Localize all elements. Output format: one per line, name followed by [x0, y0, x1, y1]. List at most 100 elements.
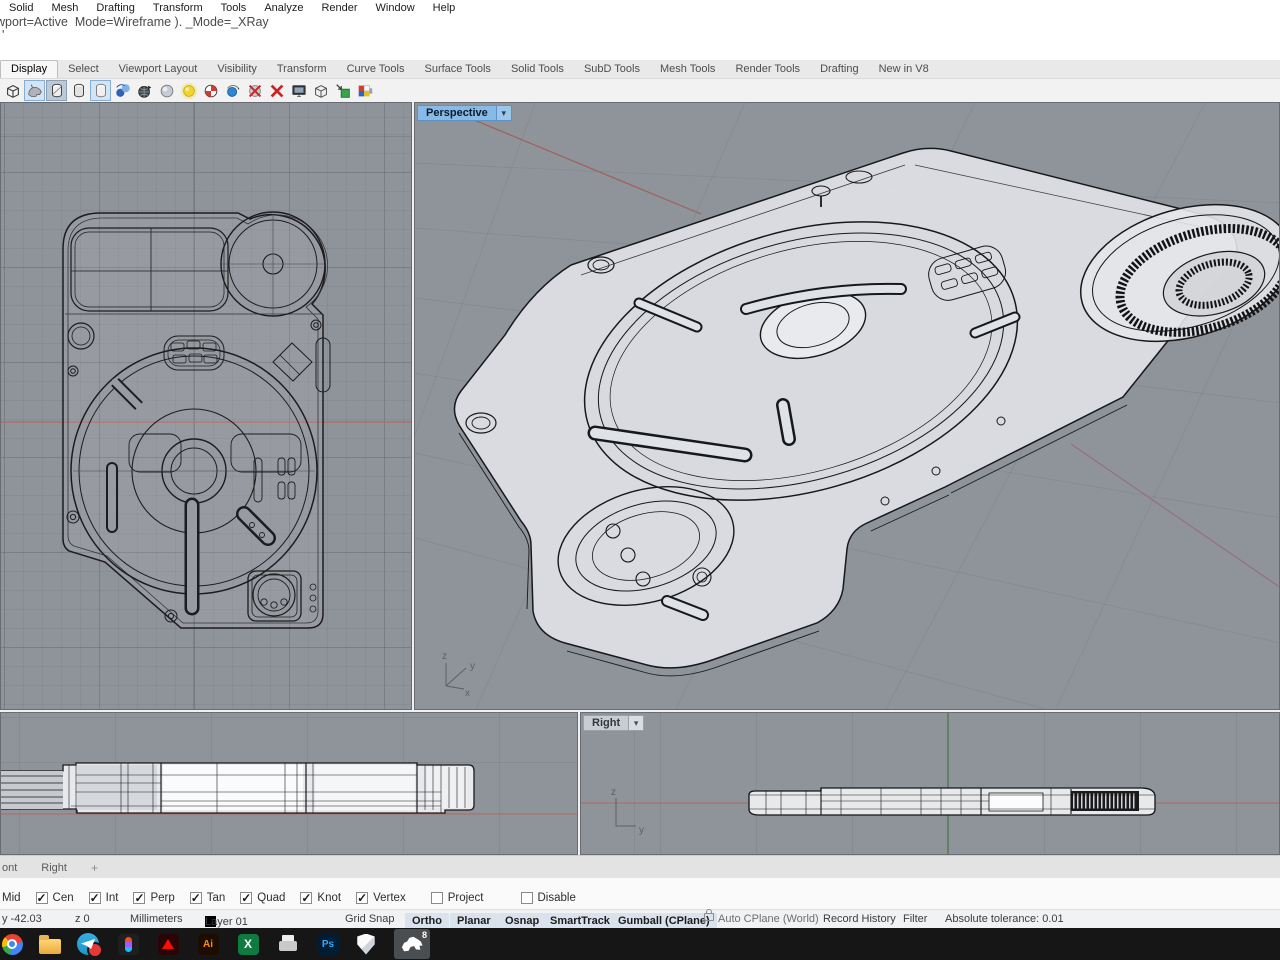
tab-render-tools[interactable]: Render Tools: [725, 61, 810, 78]
osnap-knot[interactable]: Knot: [300, 892, 341, 904]
osnap-project[interactable]: Project: [431, 892, 484, 904]
command-history[interactable]: wport=Active Mode=Wireframe ). _Mode=_XR…: [0, 15, 1280, 61]
tab-select[interactable]: Select: [58, 61, 109, 78]
cylinder-shaded-mode-icon[interactable]: [68, 80, 89, 101]
osnap-tan[interactable]: Tan: [190, 892, 226, 904]
tab-subd-tools[interactable]: SubD Tools: [574, 61, 650, 78]
osnap-perp-checkbox[interactable]: [133, 892, 145, 904]
planar-toggle[interactable]: Planar: [450, 913, 498, 929]
top-view-wireframe[interactable]: [1, 103, 412, 710]
menu-render[interactable]: Render: [312, 2, 366, 14]
osnap-vertex-checkbox[interactable]: [356, 892, 368, 904]
menu-help[interactable]: Help: [424, 2, 465, 14]
part-top-view[interactable]: [63, 212, 330, 628]
osnap-mid[interactable]: Mid: [2, 892, 21, 904]
telegram-taskbar-icon[interactable]: [74, 930, 102, 958]
ortho-toggle[interactable]: Ortho: [405, 913, 449, 929]
auto-cplane-indicator[interactable]: Auto CPlane (World): [718, 913, 819, 925]
osnap-toggle[interactable]: Osnap: [498, 913, 546, 929]
osnap-project-checkbox[interactable]: [431, 892, 443, 904]
shaded-sphere-icon[interactable]: [156, 80, 177, 101]
tab-mesh-tools[interactable]: Mesh Tools: [650, 61, 725, 78]
tab-solid-tools[interactable]: Solid Tools: [501, 61, 574, 78]
right-viewport[interactable]: z y Right ▾: [580, 712, 1280, 855]
command-prompt[interactable]: ': [2, 28, 4, 42]
perspective-viewport-label[interactable]: Perspective ▾: [417, 105, 512, 121]
grid-snap-toggle[interactable]: Grid Snap: [345, 913, 395, 925]
menu-drafting[interactable]: Drafting: [87, 2, 144, 14]
rotate-view-spheres-icon[interactable]: [112, 80, 133, 101]
viewport-tab-right[interactable]: Right: [29, 862, 79, 874]
right-view-wireframe[interactable]: z y: [581, 713, 1280, 855]
tab-surface-tools[interactable]: Surface Tools: [414, 61, 500, 78]
rhino-shaded-mode-icon[interactable]: [24, 80, 45, 101]
tab-transform[interactable]: Transform: [267, 61, 337, 78]
front-viewport[interactable]: [0, 712, 578, 855]
osnap-quad-checkbox[interactable]: [240, 892, 252, 904]
rendered-sphere-icon[interactable]: [178, 80, 199, 101]
part-perspective[interactable]: [454, 148, 1280, 675]
perspective-label-text[interactable]: Perspective: [417, 105, 497, 121]
top-viewport[interactable]: [0, 102, 412, 710]
smarttrack-toggle[interactable]: SmartTrack: [543, 913, 617, 929]
cplane-target-icon[interactable]: [200, 80, 221, 101]
menu-transform[interactable]: Transform: [144, 2, 212, 14]
add-viewport-tab-button[interactable]: +: [79, 861, 110, 875]
color-grid-icon[interactable]: [354, 80, 375, 101]
tab-display[interactable]: Display: [0, 60, 58, 78]
tab-new-in-v8[interactable]: New in V8: [869, 61, 939, 78]
wireframe-box-icon[interactable]: [2, 80, 23, 101]
cylinder-xray-mode-icon[interactable]: [46, 80, 67, 101]
menu-mesh[interactable]: Mesh: [42, 2, 87, 14]
units-indicator[interactable]: Millimeters: [130, 913, 183, 925]
monitor-display-icon[interactable]: [288, 80, 309, 101]
perspective-wireframe[interactable]: z y x: [415, 103, 1280, 710]
osnap-int[interactable]: Int: [89, 892, 119, 904]
chrome-taskbar-icon[interactable]: [0, 930, 26, 958]
osnap-cen-checkbox[interactable]: [36, 892, 48, 904]
right-label-text[interactable]: Right: [583, 715, 629, 731]
menu-solid[interactable]: Solid: [0, 2, 42, 14]
osnap-vertex[interactable]: Vertex: [356, 892, 406, 904]
viewport-menu-arrow-icon[interactable]: ▾: [497, 105, 512, 121]
record-history-toggle[interactable]: Record History: [823, 913, 896, 925]
photoshop-taskbar-icon[interactable]: Ps: [314, 930, 342, 958]
texture-sphere-off-icon[interactable]: [244, 80, 265, 101]
osnap-knot-checkbox[interactable]: [300, 892, 312, 904]
right-viewport-label[interactable]: Right ▾: [583, 715, 644, 731]
file-explorer-taskbar-icon[interactable]: [36, 930, 64, 958]
render-globe-icon[interactable]: [134, 80, 155, 101]
viewport-tab-front[interactable]: ont: [0, 862, 29, 874]
material-sphere-icon[interactable]: [222, 80, 243, 101]
menu-analyze[interactable]: Analyze: [255, 2, 312, 14]
tab-drafting[interactable]: Drafting: [810, 61, 869, 78]
rhino-taskbar-icon[interactable]: 8: [394, 929, 430, 959]
osnap-disable[interactable]: Disable: [521, 892, 576, 904]
windows-security-taskbar-icon[interactable]: [352, 930, 380, 958]
osnap-int-checkbox[interactable]: [89, 892, 101, 904]
printer-taskbar-icon[interactable]: [274, 930, 302, 958]
tab-viewport-layout[interactable]: Viewport Layout: [109, 61, 208, 78]
cube-outline-icon[interactable]: [310, 80, 331, 101]
osnap-disable-checkbox[interactable]: [521, 892, 533, 904]
acrobat-taskbar-icon[interactable]: [154, 930, 182, 958]
tab-curve-tools[interactable]: Curve Tools: [337, 61, 415, 78]
excel-taskbar-icon[interactable]: X: [234, 930, 262, 958]
cylinder-ghosted-mode-icon[interactable]: [90, 80, 111, 101]
perspective-viewport[interactable]: z y x Perspective ▾: [414, 102, 1280, 710]
osnap-perp[interactable]: Perp: [133, 892, 174, 904]
illustrator-taskbar-icon[interactable]: Ai: [194, 930, 222, 958]
gumball-toggle[interactable]: Gumball (CPlane): [611, 913, 717, 929]
osnap-tan-checkbox[interactable]: [190, 892, 202, 904]
texture-off-x-icon[interactable]: [266, 80, 287, 101]
cube-export-icon[interactable]: [332, 80, 353, 101]
osnap-cen[interactable]: Cen: [36, 892, 74, 904]
front-view-wireframe[interactable]: [1, 713, 578, 855]
osnap-quad[interactable]: Quad: [240, 892, 285, 904]
menu-window[interactable]: Window: [367, 2, 424, 14]
menu-tools[interactable]: Tools: [212, 2, 256, 14]
viewport-menu-arrow-icon[interactable]: ▾: [629, 715, 644, 731]
figma-taskbar-icon[interactable]: [114, 930, 142, 958]
tab-visibility[interactable]: Visibility: [207, 61, 267, 78]
filter-toggle[interactable]: Filter: [903, 913, 927, 925]
